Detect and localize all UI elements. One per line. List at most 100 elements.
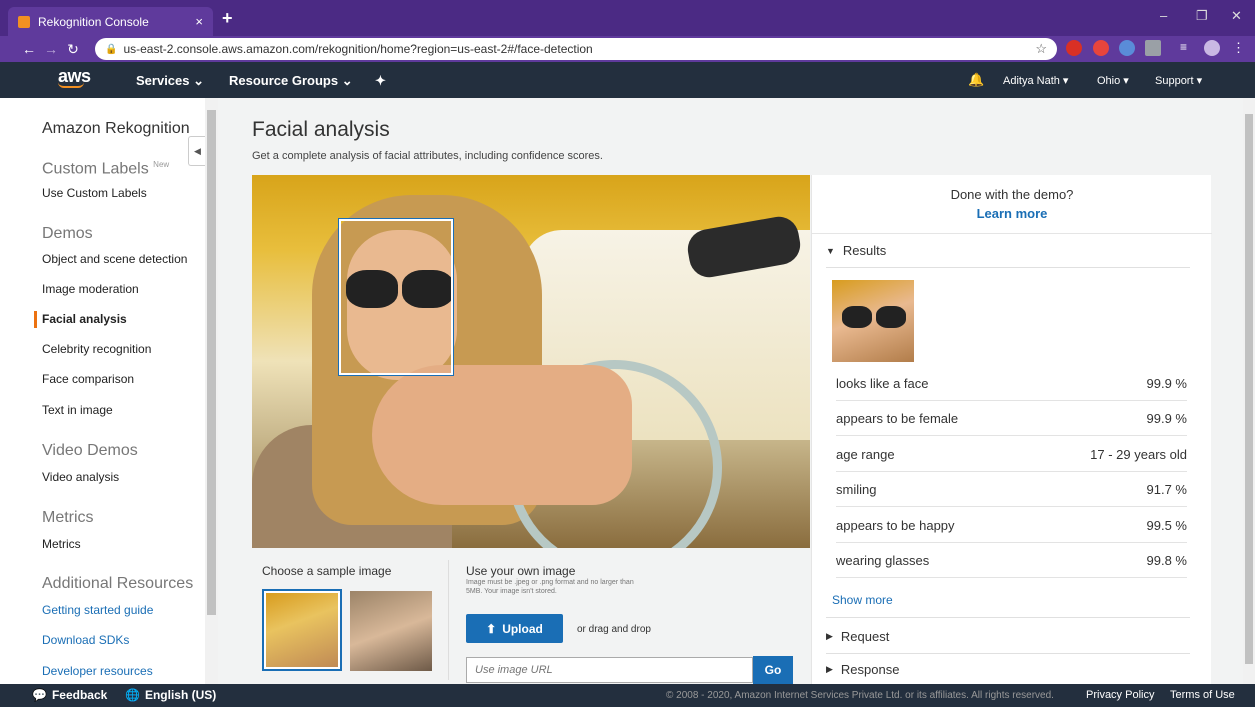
demo-question: Done with the demo?	[950, 187, 1074, 202]
result-label: wearing glasses	[836, 552, 930, 568]
sidebar-item-celebrity[interactable]: Celebrity recognition	[42, 342, 151, 356]
terms-of-use-link[interactable]: Terms of Use	[1170, 689, 1235, 701]
result-value: 99.5 %	[1146, 517, 1187, 533]
sidebar-head-additional: Additional Resources	[42, 575, 194, 592]
face-bounding-box[interactable]	[339, 219, 453, 375]
response-toggle[interactable]: ▶ Response	[826, 662, 899, 677]
user-menu[interactable]: Aditya Nath ▾	[1003, 74, 1068, 87]
resource-groups-menu[interactable]: Resource Groups ⌄	[229, 73, 353, 89]
profile-avatar-icon[interactable]	[1204, 40, 1220, 56]
collapse-sidebar-button[interactable]: ◀	[188, 136, 206, 166]
sidebar-item-use-custom-labels[interactable]: Use Custom Labels	[42, 186, 147, 200]
caret-right-icon: ▶	[826, 664, 833, 674]
divider	[826, 267, 1190, 268]
image-url-input[interactable]	[466, 657, 753, 683]
privacy-policy-link[interactable]: Privacy Policy	[1086, 689, 1154, 701]
url-bar[interactable]: 🔒 us-east-2.console.aws.amazon.com/rekog…	[95, 38, 1057, 60]
show-more-link[interactable]: Show more	[832, 593, 893, 607]
forward-icon[interactable]: →	[40, 41, 62, 57]
request-toggle[interactable]: ▶ Request	[826, 629, 889, 644]
new-tab-button[interactable]: +	[222, 8, 233, 29]
sample-image-1[interactable]	[262, 589, 342, 671]
results-panel: Done with the demo? Learn more ▼ Results…	[811, 175, 1212, 684]
page-title: Facial analysis	[252, 118, 390, 141]
result-row: age range 17 - 29 years old	[836, 437, 1187, 472]
caret-down-icon: ▼	[826, 245, 835, 256]
sidebar: Amazon Rekognition Custom Labels New Use…	[0, 98, 205, 684]
reading-list-icon[interactable]: ≡	[1180, 40, 1196, 56]
results-toggle[interactable]: ▼ Results	[826, 243, 886, 258]
result-label: age range	[836, 446, 895, 462]
analyzed-photo	[252, 175, 810, 548]
sidebar-scroll-thumb[interactable]	[207, 110, 216, 615]
result-value: 99.9 %	[1146, 375, 1187, 391]
sidebar-item-object-scene[interactable]: Object and scene detection	[42, 252, 187, 266]
tab-title: Rekognition Console	[38, 14, 149, 29]
active-item-marker	[34, 311, 37, 328]
lock-icon: 🔒	[105, 43, 118, 55]
page-subtitle: Get a complete analysis of facial attrib…	[252, 150, 603, 162]
sidebar-item-face-comparison[interactable]: Face comparison	[42, 372, 134, 386]
reload-icon[interactable]: ↻	[62, 41, 84, 58]
extension-e-icon[interactable]	[1145, 40, 1161, 56]
detected-face-thumbnail	[832, 280, 914, 362]
services-menu[interactable]: Services ⌄	[136, 73, 204, 89]
extension-blue-icon[interactable]	[1119, 40, 1135, 56]
divider	[826, 653, 1190, 654]
feedback-button[interactable]: 💬 Feedback	[32, 688, 107, 702]
url-text: us-east-2.console.aws.amazon.com/rekogni…	[123, 42, 593, 56]
go-button[interactable]: Go	[753, 656, 793, 684]
sidebar-head-demos: Demos	[42, 225, 93, 242]
result-label: appears to be happy	[836, 517, 955, 533]
chat-bubble-icon: 💬	[32, 688, 47, 702]
maximize-button[interactable]: ❐	[1196, 8, 1208, 24]
result-label: appears to be female	[836, 410, 959, 426]
sidebar-link-developer-resources[interactable]: Developer resources	[42, 664, 153, 678]
bell-icon[interactable]: 🔔	[968, 72, 984, 88]
region-menu[interactable]: Ohio ▾	[1097, 74, 1129, 87]
pin-icon[interactable]: ✦	[375, 73, 386, 89]
sidebar-head-custom-labels: Custom Labels New	[42, 160, 170, 178]
main-scrollbar[interactable]	[1243, 98, 1255, 684]
bookmark-star-icon[interactable]: ☆	[1035, 41, 1047, 57]
aws-top-nav: aws Services ⌄ Resource Groups ⌄ ✦ 🔔 Adi…	[0, 62, 1255, 98]
sidebar-item-text-in-image[interactable]: Text in image	[42, 403, 113, 417]
own-image-label: Use your own image	[466, 564, 576, 578]
browser-menu-icon[interactable]: ⋮	[1232, 40, 1248, 56]
minimize-button[interactable]: –	[1160, 8, 1167, 23]
sidebar-item-video-analysis[interactable]: Video analysis	[42, 470, 119, 484]
globe-icon: 🌐	[125, 688, 140, 702]
copyright-text: © 2008 - 2020, Amazon Internet Services …	[666, 690, 1054, 701]
extension-shield-icon[interactable]	[1066, 40, 1082, 56]
sidebar-scrollbar[interactable]	[205, 98, 218, 684]
aws-logo[interactable]: aws	[58, 66, 91, 88]
main-scroll-thumb[interactable]	[1245, 114, 1253, 664]
sidebar-link-download-sdks[interactable]: Download SDKs	[42, 633, 129, 647]
result-row: wearing glasses 99.8 %	[836, 543, 1187, 578]
sidebar-head-metrics: Metrics	[42, 509, 94, 526]
upload-button[interactable]: ⬆ Upload	[466, 614, 563, 643]
result-value: 17 - 29 years old	[1090, 446, 1187, 462]
back-icon[interactable]: ←	[18, 41, 40, 57]
sidebar-item-image-moderation[interactable]: Image moderation	[42, 282, 139, 296]
aws-favicon-icon	[18, 15, 30, 28]
extension-red-icon[interactable]	[1093, 40, 1109, 56]
close-window-button[interactable]: ✕	[1231, 8, 1242, 24]
sidebar-item-facial-analysis[interactable]: Facial analysis	[42, 312, 127, 326]
result-row: smiling 91.7 %	[836, 472, 1187, 507]
result-value: 99.8 %	[1146, 552, 1187, 568]
browser-tab[interactable]: Rekognition Console ×	[8, 7, 213, 36]
tab-close-icon[interactable]: ×	[195, 14, 203, 29]
divider	[448, 560, 449, 680]
sample-image-2[interactable]	[350, 591, 432, 671]
sidebar-link-getting-started[interactable]: Getting started guide	[42, 603, 153, 617]
sidebar-item-metrics[interactable]: Metrics	[42, 537, 81, 551]
upload-icon: ⬆	[486, 621, 497, 636]
support-menu[interactable]: Support ▾	[1155, 74, 1202, 87]
result-row: appears to be happy 99.5 %	[836, 508, 1187, 543]
language-selector[interactable]: 🌐 English (US)	[125, 688, 216, 702]
result-value: 91.7 %	[1146, 481, 1187, 497]
result-row: appears to be female 99.9 %	[836, 401, 1187, 436]
learn-more-link[interactable]: Learn more	[812, 206, 1212, 221]
result-label: looks like a face	[836, 375, 929, 391]
